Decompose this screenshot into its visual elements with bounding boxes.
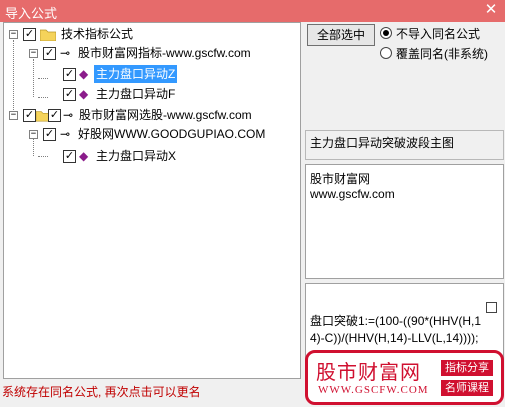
formula-name-field: 主力盘口异动突破波段主图 bbox=[305, 130, 504, 160]
description-line2: www.gscfw.com bbox=[310, 187, 395, 201]
checkbox-group2-inner[interactable]: ✓ bbox=[48, 109, 61, 122]
tree-label-root: 技术指标公式 bbox=[61, 27, 134, 41]
tree-node-group3[interactable]: − ✓ ⊸ 好股网WWW.GOODGUPIAO.COM bbox=[4, 125, 300, 143]
checkbox-root[interactable]: ✓ bbox=[23, 28, 36, 41]
select-all-button[interactable]: 全部选中 bbox=[307, 24, 375, 46]
description-line1: 股市财富网 bbox=[310, 172, 371, 186]
formula-tree[interactable]: − ✓ 技术指标公式 − ✓ ⊸ 股市财富网指标-www.gscfw.com ✓… bbox=[3, 22, 301, 379]
formula-diamond-icon: ◆ bbox=[79, 87, 89, 101]
tree-node-item2[interactable]: ✓ ◆ 主力盘口异动F bbox=[4, 85, 300, 103]
formula-name-text: 主力盘口异动突破波段主图 bbox=[310, 136, 455, 150]
key-icon: ⊸ bbox=[60, 127, 71, 141]
tree-node-group1[interactable]: − ✓ ⊸ 股市财富网指标-www.gscfw.com bbox=[4, 44, 300, 62]
checkbox-group2[interactable]: ✓ bbox=[23, 109, 36, 122]
radio-no-import[interactable] bbox=[380, 27, 392, 39]
checkbox-group3[interactable]: ✓ bbox=[43, 128, 56, 141]
checkbox-item1[interactable]: ✓ bbox=[63, 68, 76, 81]
code-text: 盘口突破1:=(100-((90*(HHV(H,14)-C))/(HHV(H,1… bbox=[310, 314, 482, 345]
window-title: 导入公式 bbox=[5, 6, 58, 21]
tag-course: 名师课程 bbox=[441, 380, 493, 396]
key-icon: ⊸ bbox=[63, 108, 74, 122]
brand-name: 股市财富网 bbox=[316, 362, 421, 384]
description-box[interactable]: 股市财富网 www.gscfw.com bbox=[305, 164, 504, 279]
right-panel: 全部选中 不导入同名公式 覆盖同名(非系统) 主力盘口异动突破波段主图 股市财富… bbox=[304, 22, 505, 379]
scroll-checkbox[interactable] bbox=[486, 302, 497, 313]
key-icon: ⊸ bbox=[60, 46, 71, 60]
close-icon[interactable]: ✕ bbox=[483, 1, 499, 19]
radio-overwrite-label[interactable]: 覆盖同名(非系统) bbox=[396, 45, 488, 62]
collapse-icon[interactable]: − bbox=[9, 30, 18, 39]
tree-label-item3: 主力盘口异动X bbox=[96, 149, 177, 163]
tree-label-item1: 主力盘口异动Z bbox=[94, 65, 178, 83]
tree-label-group1: 股市财富网指标-www.gscfw.com bbox=[78, 46, 251, 60]
radio-no-import-label[interactable]: 不导入同名公式 bbox=[396, 25, 480, 42]
title-bar: 导入公式 ✕ bbox=[0, 0, 505, 22]
tag-share: 指标分享 bbox=[441, 360, 493, 376]
tree-label-group2: 股市财富网选股-www.gscfw.com bbox=[79, 108, 252, 122]
status-message: 系统存在同名公式, 再次点击可以更名 bbox=[2, 385, 201, 399]
checkbox-item2[interactable]: ✓ bbox=[63, 88, 76, 101]
checkbox-item3[interactable]: ✓ bbox=[63, 150, 76, 163]
brand-url: WWW.GSCFW.COM bbox=[318, 384, 429, 396]
formula-diamond-icon: ◆ bbox=[79, 149, 89, 163]
radio-overwrite[interactable] bbox=[380, 47, 392, 59]
collapse-icon[interactable]: − bbox=[29, 130, 38, 139]
tree-node-root[interactable]: − ✓ 技术指标公式 bbox=[4, 25, 300, 43]
tree-label-item2: 主力盘口异动F bbox=[96, 87, 176, 101]
tree-node-item3[interactable]: ✓ ◆ 主力盘口异动X bbox=[4, 147, 300, 165]
brand-watermark: 股市财富网 WWW.GSCFW.COM 指标分享 名师课程 bbox=[305, 350, 504, 405]
formula-diamond-icon: ◆ bbox=[79, 67, 89, 81]
tree-node-group2[interactable]: − ✓ ✓ ⊸ 股市财富网选股-www.gscfw.com bbox=[4, 106, 300, 124]
collapse-icon[interactable]: − bbox=[29, 49, 38, 58]
tree-label-group3: 好股网WWW.GOODGUPIAO.COM bbox=[78, 127, 266, 141]
tree-node-item1[interactable]: ✓ ◆ 主力盘口异动Z bbox=[4, 65, 300, 83]
collapse-icon[interactable]: − bbox=[9, 111, 18, 120]
checkbox-group1[interactable]: ✓ bbox=[43, 47, 56, 60]
